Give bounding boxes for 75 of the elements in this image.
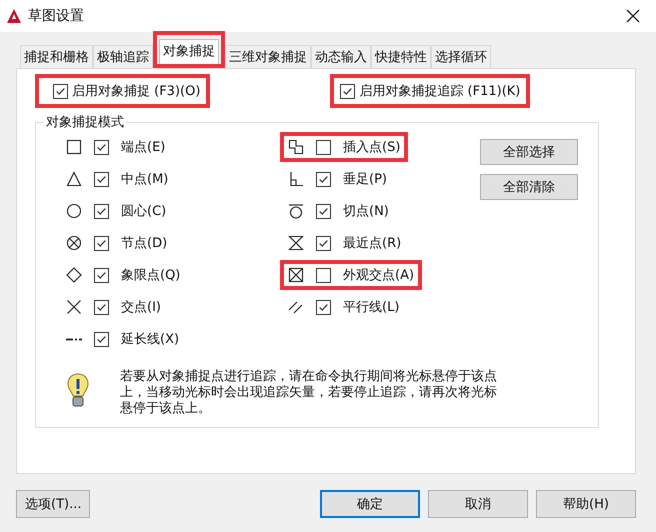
crossed-square-icon xyxy=(288,267,304,283)
right-angle-icon xyxy=(288,171,304,187)
dialog-button[interactable]: 取消 xyxy=(428,490,528,518)
checkbox-label: 象限点(Q) xyxy=(121,267,180,284)
window-title: 草图设置 xyxy=(28,7,84,25)
tab[interactable]: 快捷特性 xyxy=(371,45,431,68)
close-icon[interactable] xyxy=(626,9,640,23)
checkbox[interactable] xyxy=(316,236,331,250)
square-icon xyxy=(66,139,82,155)
checkmark-icon xyxy=(55,86,66,96)
tab[interactable]: 捕捉和栅格 xyxy=(20,45,93,68)
checkmark-icon xyxy=(96,270,107,280)
checkbox[interactable] xyxy=(94,236,109,250)
checkbox-label: 中点(M) xyxy=(121,171,168,188)
tab[interactable]: 三维对象捕捉 xyxy=(225,45,311,68)
tip-text: 若要从对象捕捉点进行追踪，请在命令执行期间将光标悬停于该点上，当移动光标时会出现追踪矢量，若要停止追踪，请再次将光标悬停于该点上。 xyxy=(120,369,498,417)
checkmark-icon xyxy=(96,302,107,312)
tab[interactable]: 动态输入 xyxy=(311,45,371,68)
options-button[interactable]: 选项(T)... xyxy=(16,490,90,518)
checkmark-icon xyxy=(342,86,354,96)
dashed-line-icon xyxy=(66,338,82,340)
tab[interactable]: 对象捕捉 xyxy=(159,39,219,64)
checkmark-icon xyxy=(318,174,329,184)
tab[interactable]: 极轴追踪 xyxy=(93,45,153,68)
checkmark-icon xyxy=(318,206,329,216)
group-title: 对象捕捉模式 xyxy=(45,114,125,131)
logo-icon xyxy=(6,8,22,24)
checkbox-label: 切点(N) xyxy=(343,203,389,220)
select-button[interactable]: 全部选择 xyxy=(480,139,578,165)
checkbox-label: 启用对象捕捉 (F3)(O) xyxy=(72,83,200,100)
crossed-circle-icon xyxy=(66,235,82,251)
checkbox-label: 外观交点(A) xyxy=(343,267,414,284)
checkbox-label: 节点(D) xyxy=(121,235,168,252)
checkmark-icon xyxy=(96,206,107,216)
checkbox-label: 启用对象捕捉追踪 (F11)(K) xyxy=(359,83,520,100)
checkmark-icon xyxy=(96,334,107,344)
checkbox[interactable] xyxy=(316,140,331,154)
checkbox-label: 延长线(X) xyxy=(121,331,180,348)
checkbox-label: 垂足(P) xyxy=(343,171,387,188)
checkbox[interactable] xyxy=(316,300,331,314)
checkmark-icon xyxy=(318,302,329,312)
tangent-circle-icon xyxy=(288,203,304,219)
checkbox[interactable] xyxy=(94,300,109,314)
checkbox[interactable] xyxy=(340,84,356,98)
checkbox[interactable] xyxy=(94,140,109,154)
select-button[interactable]: 全部清除 xyxy=(480,174,578,200)
dialog-button[interactable]: 帮助(H) xyxy=(536,490,636,518)
checkbox[interactable] xyxy=(53,84,68,98)
checkmark-icon xyxy=(96,174,107,184)
circle-icon xyxy=(66,203,82,219)
lightbulb-icon xyxy=(66,373,90,409)
checkbox[interactable] xyxy=(94,268,109,282)
checkbox-label: 圆心(C) xyxy=(121,203,166,220)
hourglass-icon xyxy=(288,235,304,251)
checkbox-label: 最近点(R) xyxy=(343,235,402,252)
tab[interactable]: 选择循环 xyxy=(431,45,491,68)
triangle-icon xyxy=(66,171,82,187)
checkmark-icon xyxy=(96,238,107,248)
step-icon xyxy=(288,139,304,155)
checkbox[interactable] xyxy=(94,172,109,186)
parallel-lines-icon xyxy=(288,299,304,315)
checkbox[interactable] xyxy=(94,332,109,346)
checkmark-icon xyxy=(96,142,107,152)
checkbox-label: 插入点(S) xyxy=(343,139,400,156)
checkbox-label: 平行线(L) xyxy=(343,299,400,316)
checkbox[interactable] xyxy=(316,204,331,218)
diamond-icon xyxy=(66,267,82,283)
dialog-button[interactable]: 确定 xyxy=(320,490,420,518)
checkbox[interactable] xyxy=(94,204,109,218)
checkbox-label: 交点(I) xyxy=(121,299,161,316)
checkbox[interactable] xyxy=(316,268,331,282)
checkbox[interactable] xyxy=(316,172,331,186)
checkmark-icon xyxy=(318,238,329,248)
checkbox-label: 端点(E) xyxy=(121,139,166,156)
cross-icon xyxy=(66,299,82,315)
